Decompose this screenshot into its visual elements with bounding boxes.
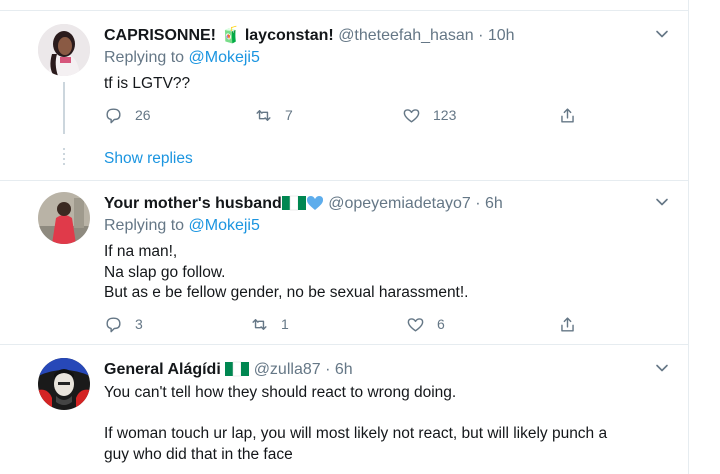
avatar[interactable] — [38, 24, 90, 76]
tweet-divider — [0, 344, 688, 345]
blue-heart-icon — [306, 196, 323, 210]
like-count: 6 — [437, 316, 445, 332]
tweet-text-blank-line — [104, 404, 607, 425]
avatar[interactable] — [38, 192, 90, 244]
nigeria-flag-icon — [281, 195, 306, 211]
tweet-actions: 3 1 6 — [104, 313, 584, 335]
like-button[interactable]: 123 — [402, 104, 456, 126]
tweet-actions: 26 7 123 — [104, 104, 584, 126]
tweet-header: Your mother's husband @opeyemiadetayo7 ·… — [104, 194, 503, 214]
reply-icon — [106, 316, 121, 332]
chevron-down-icon[interactable] — [654, 26, 670, 42]
tweet-text-line: Na slap go follow. — [104, 263, 226, 281]
avatar-image — [38, 192, 90, 244]
tweet-header: General Alágídi @zulla87 · 6h — [104, 360, 353, 380]
reply-count: 3 — [135, 316, 143, 332]
handle-timestamp[interactable]: @opeyemiadetayo7 · 6h — [328, 195, 503, 212]
retweet-icon — [252, 318, 267, 330]
avatar[interactable] — [38, 358, 90, 410]
thread-line — [63, 82, 65, 134]
retweet-count: 7 — [285, 107, 293, 123]
reply-icon — [106, 107, 121, 123]
tweet-text-line: You can't tell how they should react to … — [104, 384, 457, 401]
replying-to-prefix: Replying to — [104, 217, 189, 234]
tweet-text-line: guy who did that in the face — [104, 445, 293, 463]
tweet-divider — [0, 180, 688, 181]
replying-to-prefix: Replying to — [104, 49, 189, 66]
tweet-text-line: If na man!, — [104, 243, 178, 260]
tweet-text: tf is LGTV?? — [104, 74, 190, 95]
chevron-down-icon[interactable] — [654, 360, 670, 376]
replying-to: Replying to @Mokeji5 — [104, 48, 260, 68]
share-button[interactable] — [558, 104, 577, 126]
like-count: 123 — [433, 107, 457, 123]
nigeria-flag-icon — [225, 361, 250, 377]
avatar-image — [38, 358, 90, 410]
tweet-header: CAPRISONNE! 🧃 layconstan! @theteefah_has… — [104, 26, 515, 46]
retweet-count: 1 — [281, 316, 289, 332]
share-button[interactable] — [558, 313, 577, 335]
tweet-text-line: If woman touch ur lap, you will most lik… — [104, 425, 608, 442]
display-name[interactable]: Your mother's husband — [104, 195, 282, 212]
tweet-divider — [0, 10, 688, 11]
tweet-text: If na man!, Na slap go follow. But as e … — [104, 242, 468, 304]
tweet-text-line: tf is LGTV?? — [104, 75, 191, 92]
chevron-down-icon[interactable] — [654, 194, 670, 210]
heart-icon — [403, 108, 420, 123]
share-icon — [561, 107, 574, 123]
show-replies-link[interactable]: Show replies — [104, 149, 193, 169]
avatar-image — [38, 24, 90, 76]
share-icon — [561, 316, 574, 332]
like-button[interactable]: 6 — [406, 313, 445, 335]
tweet-text-line: But as e be fellow gender, no be sexual … — [104, 284, 469, 301]
retweet-button[interactable]: 7 — [254, 104, 293, 126]
reply-count: 26 — [135, 107, 151, 123]
display-name[interactable]: CAPRISONNE! 🧃 layconstan! — [104, 27, 334, 44]
replying-to-mention[interactable]: @Mokeji5 — [189, 49, 260, 66]
tweet-text: You can't tell how they should react to … — [104, 383, 607, 465]
reply-button[interactable]: 3 — [104, 313, 143, 335]
heart-icon — [407, 317, 424, 332]
reply-button[interactable]: 26 — [104, 104, 151, 126]
replying-to-mention[interactable]: @Mokeji5 — [189, 217, 260, 234]
handle-timestamp[interactable]: @theteefah_hasan · 10h — [338, 27, 514, 44]
timeline-border — [688, 0, 689, 474]
replying-to: Replying to @Mokeji5 — [104, 216, 260, 236]
display-name[interactable]: General Alágídi — [104, 361, 221, 378]
more-replies-dots — [63, 148, 65, 168]
retweet-icon — [256, 109, 271, 121]
retweet-button[interactable]: 1 — [250, 313, 289, 335]
handle-timestamp[interactable]: @zulla87 · 6h — [254, 361, 353, 378]
